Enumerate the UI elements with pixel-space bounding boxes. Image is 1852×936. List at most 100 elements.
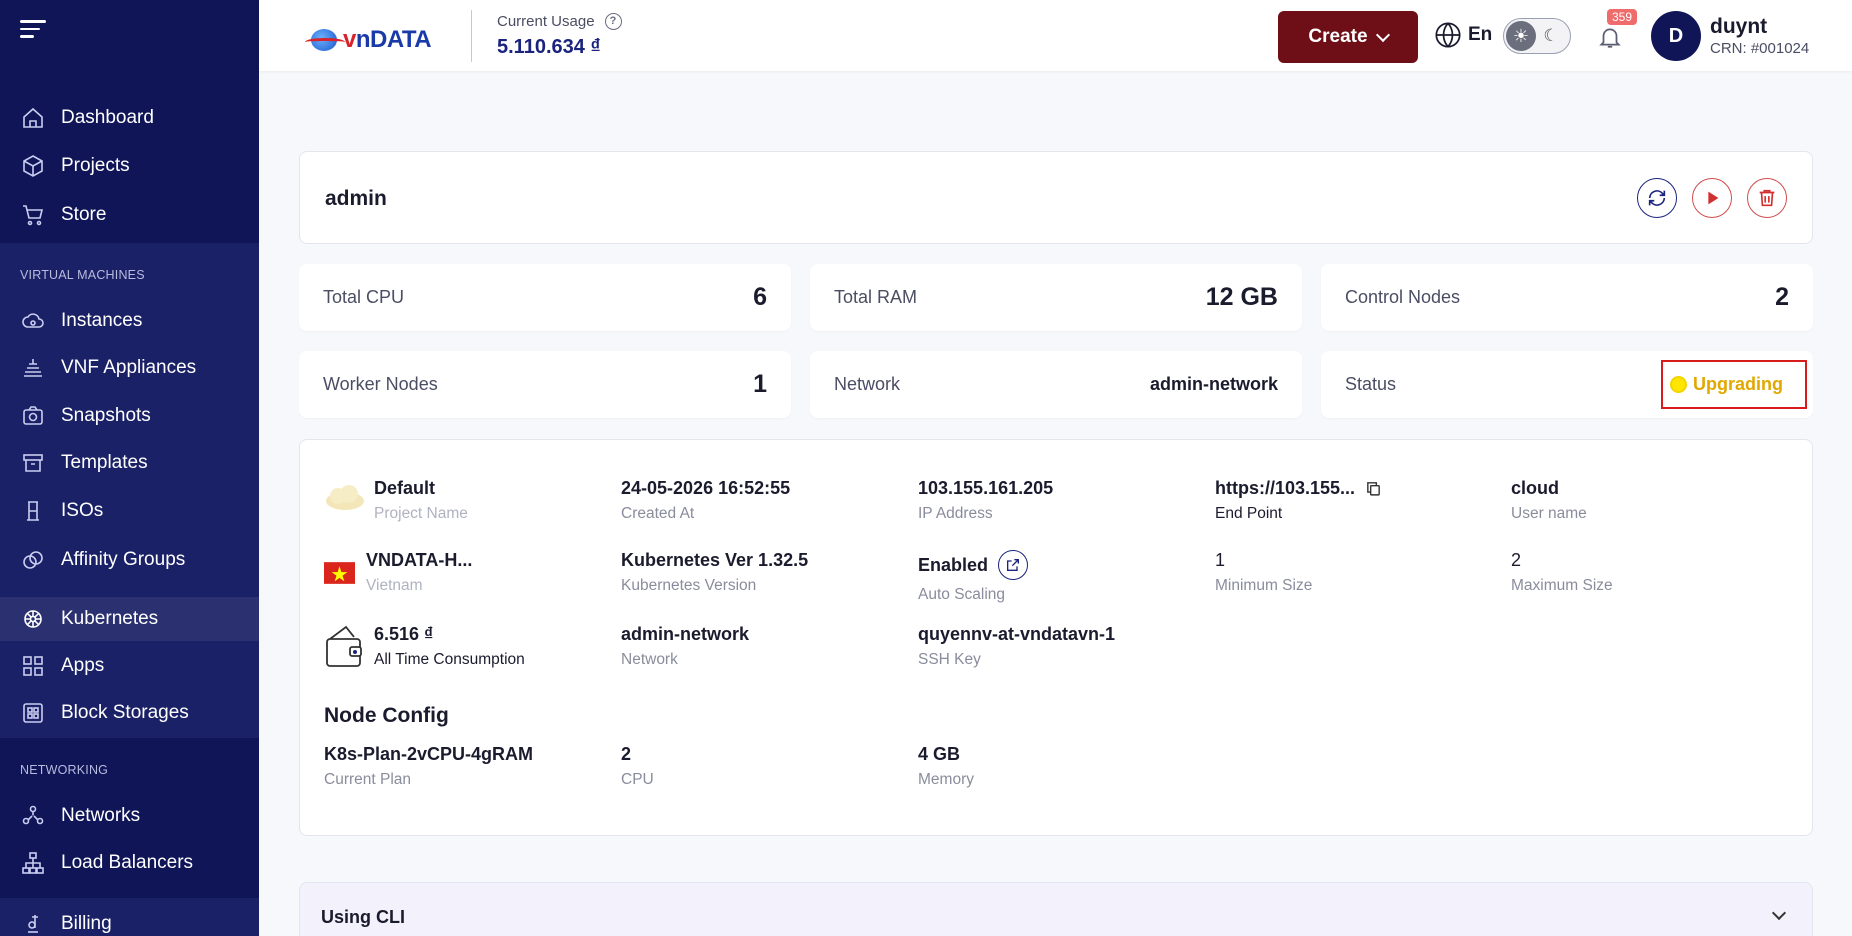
refresh-icon xyxy=(1648,190,1666,206)
section-title: VIRTUAL MACHINES xyxy=(20,268,145,282)
sidebar-item-label: Apps xyxy=(61,655,105,676)
copy-icon[interactable] xyxy=(1365,480,1382,497)
sidebar-item-label: Affinity Groups xyxy=(61,549,186,570)
cluster-title: admin xyxy=(325,187,387,210)
network-icon xyxy=(20,803,46,829)
sidebar-item-load-balancers[interactable]: Load Balancers xyxy=(0,841,259,885)
network-value: admin-network xyxy=(1149,374,1278,394)
start-button[interactable] xyxy=(1692,178,1732,218)
cloud-project-icon xyxy=(326,485,364,510)
total-ram-card: Total RAM 12 GB xyxy=(810,264,1302,331)
chevron-down-icon xyxy=(1375,27,1390,42)
create-button[interactable]: Create xyxy=(1278,11,1418,63)
menu-icon[interactable] xyxy=(20,20,46,40)
sidebar-item-label: Networks xyxy=(61,805,141,826)
status-badge: Upgrading xyxy=(1661,360,1807,409)
moon-icon: ☾ xyxy=(1543,26,1559,45)
sidebar-item-label: Block Storages xyxy=(61,702,189,723)
cloud-icon xyxy=(20,308,46,334)
sidebar-item-kubernetes[interactable]: Kubernetes xyxy=(0,597,259,641)
sidebar-item-label: Load Balancers xyxy=(61,852,194,873)
network-card: Network admin-network xyxy=(810,351,1302,418)
network-field: admin-network Network xyxy=(621,624,750,668)
language-selector[interactable]: En xyxy=(1434,21,1492,49)
node-config-title: Node Config xyxy=(324,704,449,727)
kubernetes-icon xyxy=(20,606,46,632)
vietnam-flag-icon xyxy=(324,562,355,584)
sidebar-item-billing[interactable]: Billing xyxy=(0,902,259,936)
consumption-field: 6.516 ₫ All Time Consumption xyxy=(374,624,525,668)
help-icon[interactable]: ? xyxy=(604,13,622,30)
header-divider xyxy=(471,10,472,62)
sidebar-item-store[interactable]: Store xyxy=(0,193,259,237)
project-name-field: Default Project Name xyxy=(374,478,468,522)
end-point-field: https://103.155... End Point xyxy=(1215,478,1382,523)
cluster-details-card: Default Project Name 24-05-2026 16:52:55… xyxy=(299,439,1813,836)
current-plan-field: K8s-Plan-2vCPU-4gRAM Current Plan xyxy=(324,744,534,788)
grid-icon xyxy=(20,653,46,679)
camera-icon xyxy=(20,403,46,429)
firewall-icon xyxy=(20,355,46,381)
kubernetes-version-field: Kubernetes Ver 1.32.5 Kubernetes Version xyxy=(621,550,809,594)
trash-icon xyxy=(1759,189,1775,207)
sidebar-item-isos[interactable]: ISOs xyxy=(0,489,259,533)
vndata-logo[interactable]: vnDATA xyxy=(305,26,432,54)
ip-address-field: 103.155.161.205 IP Address xyxy=(918,478,1054,522)
delete-button[interactable] xyxy=(1747,178,1787,218)
sidebar-item-templates[interactable]: Templates xyxy=(0,441,259,485)
sidebar-item-label: Snapshots xyxy=(61,405,151,426)
avatar[interactable]: D xyxy=(1651,11,1701,61)
sidebar-item-projects[interactable]: Projects xyxy=(0,144,259,188)
globe-logo-icon xyxy=(305,29,345,51)
sidebar-item-affinity-groups[interactable]: Affinity Groups xyxy=(0,538,259,582)
sidebar-item-label: Instances xyxy=(61,310,143,331)
sidebar-item-label: ISOs xyxy=(61,500,104,521)
edit-autoscaling-button[interactable] xyxy=(998,550,1029,580)
status-dot-icon xyxy=(1670,376,1687,393)
theme-toggle[interactable]: ☀ ☾ xyxy=(1503,18,1571,54)
cluster-title-card: admin xyxy=(299,151,1813,244)
sidebar-item-vnf-appliances[interactable]: VNF Appliances xyxy=(0,346,259,390)
control-nodes-value: 2 xyxy=(1775,283,1789,311)
dong-icon xyxy=(20,911,46,936)
control-nodes-card: Control Nodes 2 xyxy=(1321,264,1813,331)
total-cpu-card: Total CPU 6 xyxy=(299,264,791,331)
memory-field: 4 GB Memory xyxy=(918,744,974,788)
iso-icon xyxy=(20,498,46,524)
minimum-size-field: 1 Minimum Size xyxy=(1215,550,1313,594)
home-icon xyxy=(20,105,46,131)
bell-icon[interactable] xyxy=(1597,23,1623,51)
affinity-icon xyxy=(20,547,46,573)
ssh-key-field: quyennv-at-vndatavn-1 SSH Key xyxy=(918,624,1116,668)
top-header: vnDATA Current Usage ? 5.110.634 ₫ Creat… xyxy=(259,0,1852,71)
play-icon xyxy=(1708,191,1719,205)
archive-icon xyxy=(20,450,46,476)
sidebar-item-networks[interactable]: Networks xyxy=(0,794,259,838)
chevron-down-icon xyxy=(1771,905,1787,921)
sidebar-item-dashboard[interactable]: Dashboard xyxy=(0,96,259,140)
user-name-field: cloud User name xyxy=(1511,478,1587,522)
sidebar-item-label: Kubernetes xyxy=(61,608,159,629)
created-at-field: 24-05-2026 16:52:55 Created At xyxy=(621,478,791,522)
wallet-icon xyxy=(326,625,362,667)
auto-scaling-field: Enabled Auto Scaling xyxy=(918,550,1029,604)
sidebar-item-apps[interactable]: Apps xyxy=(0,644,259,688)
sidebar-item-label: Projects xyxy=(61,155,130,176)
edit-icon xyxy=(1007,559,1020,571)
maximum-size-field: 2 Maximum Size xyxy=(1511,550,1613,594)
worker-nodes-card: Worker Nodes 1 xyxy=(299,351,791,418)
sidebar-item-block-storages[interactable]: Block Storages xyxy=(0,691,259,735)
user-name[interactable]: duynt xyxy=(1710,15,1767,39)
using-cli-accordion[interactable]: Using CLI xyxy=(299,882,1813,936)
globe-icon xyxy=(1435,22,1461,48)
sidebar-item-label: Store xyxy=(61,204,107,225)
zone-field: VNDATA-H... Vietnam xyxy=(366,550,473,594)
sidebar-item-instances[interactable]: Instances xyxy=(0,299,259,343)
sun-icon: ☀ xyxy=(1506,21,1536,51)
refresh-button[interactable] xyxy=(1637,178,1677,218)
load-balancer-icon xyxy=(20,850,46,876)
using-cli-title: Using CLI xyxy=(321,907,405,927)
section-title: NETWORKING xyxy=(20,763,109,777)
sidebar-item-snapshots[interactable]: Snapshots xyxy=(0,394,259,438)
sidebar-item-label: Billing xyxy=(61,913,112,934)
